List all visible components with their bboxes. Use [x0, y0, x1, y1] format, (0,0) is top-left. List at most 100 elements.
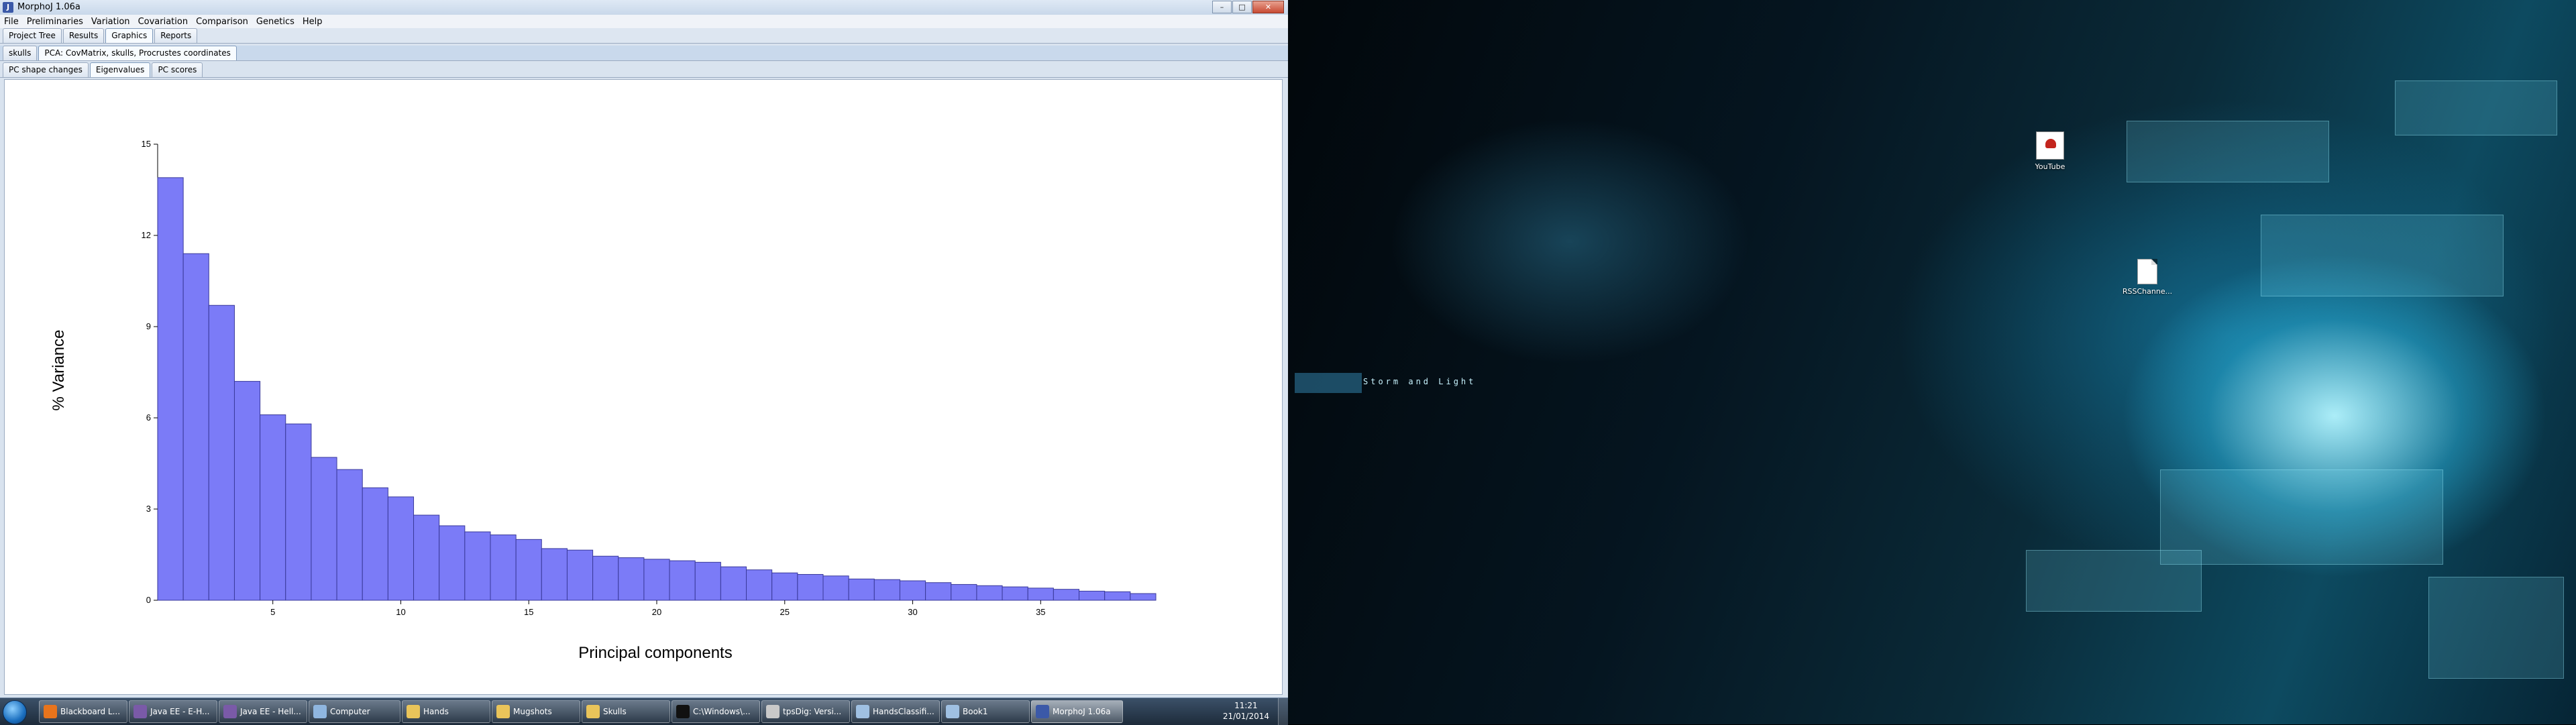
dataset-tab-bar: skulls PCA: CovMatrix, skulls, Procruste…	[0, 46, 1288, 61]
menu-variation[interactable]: Variation	[87, 17, 134, 27]
eigenvalue-bar	[669, 560, 696, 601]
notepad-icon	[946, 705, 959, 718]
eigenvalue-bar	[592, 555, 619, 601]
eigenvalue-bar	[951, 583, 977, 601]
morphoj-app-icon: J	[3, 2, 13, 13]
folder-icon	[496, 705, 510, 718]
eigenvalue-bar	[515, 539, 542, 601]
x-tick-label: 20	[652, 607, 661, 617]
eigenvalue-bar	[260, 414, 286, 601]
clock-time: 11:21	[1234, 701, 1258, 710]
taskbar-item[interactable]: C:\Windows\...	[672, 700, 760, 723]
wallpaper-shape	[2428, 577, 2564, 679]
wallpaper-bar	[1295, 373, 1362, 393]
y-tick-label: 0	[146, 595, 151, 605]
tab-project-tree[interactable]: Project Tree	[3, 28, 62, 43]
eigenvalue-bar	[1002, 586, 1028, 601]
eigenvalue-bar	[1079, 590, 1106, 601]
tab-results[interactable]: Results	[62, 28, 105, 43]
menu-help[interactable]: Help	[299, 17, 327, 27]
title-bar: J MorphoJ 1.06a – □ ✕	[0, 0, 1288, 15]
x-axis-label: Principal components	[578, 644, 732, 662]
morphoj-window: J MorphoJ 1.06a – □ ✕ File Preliminaries…	[0, 0, 1288, 698]
clock-date: 21/01/2014	[1222, 712, 1269, 721]
eigenvalue-bar	[618, 557, 645, 601]
eigenvalue-bar	[1104, 591, 1131, 601]
taskbar-item[interactable]: HandsClassifi...	[851, 700, 940, 723]
eigenvalue-bar	[208, 304, 235, 601]
taskbar-item[interactable]: Skulls	[582, 700, 670, 723]
eigenvalue-bar	[1027, 588, 1054, 601]
eigenvalue-bar	[694, 561, 721, 601]
tpsdig-icon	[766, 705, 780, 718]
tab-pc-shape-changes[interactable]: PC shape changes	[3, 62, 89, 77]
eigenvalue-bar	[797, 573, 824, 601]
taskbar-item-label: MorphoJ 1.06a	[1053, 707, 1111, 716]
close-button[interactable]: ✕	[1252, 1, 1284, 13]
taskbar-item-label: Hands	[423, 707, 449, 716]
tab-eigenvalues[interactable]: Eigenvalues	[89, 62, 151, 77]
taskbar-item-label: Skulls	[603, 707, 627, 716]
eigenvalue-bar	[182, 253, 209, 601]
taskbar-item[interactable]: Java EE - Hell...	[219, 700, 307, 723]
maximize-button[interactable]: □	[1232, 1, 1252, 13]
folder-icon	[407, 705, 420, 718]
eclipse-icon	[223, 705, 237, 718]
clock[interactable]: 11:21 21/01/2014	[1223, 700, 1269, 722]
minimize-button[interactable]: –	[1212, 1, 1232, 13]
menu-genetics[interactable]: Genetics	[252, 17, 299, 27]
taskbar-item[interactable]: Blackboard L...	[39, 700, 127, 723]
x-tick-label: 35	[1036, 607, 1045, 617]
tab-pca-covmatrix[interactable]: PCA: CovMatrix, skulls, Procrustes coord…	[38, 46, 237, 60]
taskbar-item[interactable]: Mugshots	[492, 700, 580, 723]
eigenvalue-bar	[541, 548, 568, 601]
x-tick-label: 5	[270, 607, 275, 617]
menu-file[interactable]: File	[0, 17, 23, 27]
taskbar-item[interactable]: Computer	[309, 700, 400, 723]
taskbar-item-label: HandsClassifi...	[873, 707, 934, 716]
taskbar-item[interactable]: tpsDig: Versi...	[761, 700, 850, 723]
taskbar-item-label: Java EE - Hell...	[240, 707, 301, 716]
taskbar-item[interactable]: Java EE - E-H...	[129, 700, 217, 723]
eigenvalue-bar	[1053, 589, 1080, 601]
menu-preliminaries[interactable]: Preliminaries	[23, 17, 87, 27]
y-tick-label: 6	[146, 412, 151, 423]
eigenvalue-bar	[746, 569, 773, 601]
tab-graphics[interactable]: Graphics	[105, 28, 154, 43]
tab-skulls[interactable]: skulls	[3, 46, 38, 60]
y-tick-label: 9	[146, 321, 151, 331]
wallpaper-caption: Storm and Light	[1363, 377, 1477, 386]
desktop-icon-rsschannel[interactable]: RSSChanne...	[2121, 259, 2174, 296]
youtube-icon	[2036, 131, 2064, 160]
start-button[interactable]	[3, 700, 27, 724]
window-controls: – □ ✕	[1212, 1, 1284, 13]
y-tick-label: 3	[146, 504, 151, 514]
eigenvalue-bar	[925, 582, 952, 601]
system-tray: 11:21 21/01/2014	[1126, 698, 1288, 725]
eigenvalue-bar	[643, 559, 670, 601]
desktop-icon-label: YouTube	[2035, 162, 2065, 171]
tab-pc-scores[interactable]: PC scores	[152, 62, 203, 77]
folder-icon	[586, 705, 600, 718]
graph-tab-bar: PC shape changes Eigenvalues PC scores	[0, 62, 1288, 78]
taskbar-item[interactable]: Book1	[941, 700, 1030, 723]
eigenvalue-plot-panel: 5 10 15 20 25 30 35 0 3 6 9 12 15 Principal componen…	[4, 79, 1283, 695]
eigenvalue-bar	[822, 575, 849, 601]
taskbar-item[interactable]: Hands	[402, 700, 490, 723]
taskbar-item[interactable]: MorphoJ 1.06a	[1031, 700, 1123, 723]
menu-bar: File Preliminaries Variation Covariation…	[0, 15, 1288, 29]
show-desktop-button[interactable]	[1278, 698, 1288, 725]
eigenvalue-bar	[362, 487, 388, 601]
cmd-icon	[676, 705, 690, 718]
eigenvalue-bar	[566, 549, 594, 601]
taskbar-item-label: Java EE - E-H...	[150, 707, 210, 716]
menu-comparison[interactable]: Comparison	[192, 17, 252, 27]
eigenvalue-bar	[413, 514, 440, 601]
wallpaper-shape	[2261, 215, 2504, 296]
tab-reports[interactable]: Reports	[154, 28, 198, 43]
menu-covariation[interactable]: Covariation	[134, 17, 193, 27]
eigenvalue-bar	[387, 496, 415, 601]
eigenvalue-bar	[976, 585, 1003, 601]
window-title: MorphoJ 1.06a	[17, 2, 80, 12]
desktop-icon-youtube[interactable]: YouTube	[2023, 131, 2077, 171]
